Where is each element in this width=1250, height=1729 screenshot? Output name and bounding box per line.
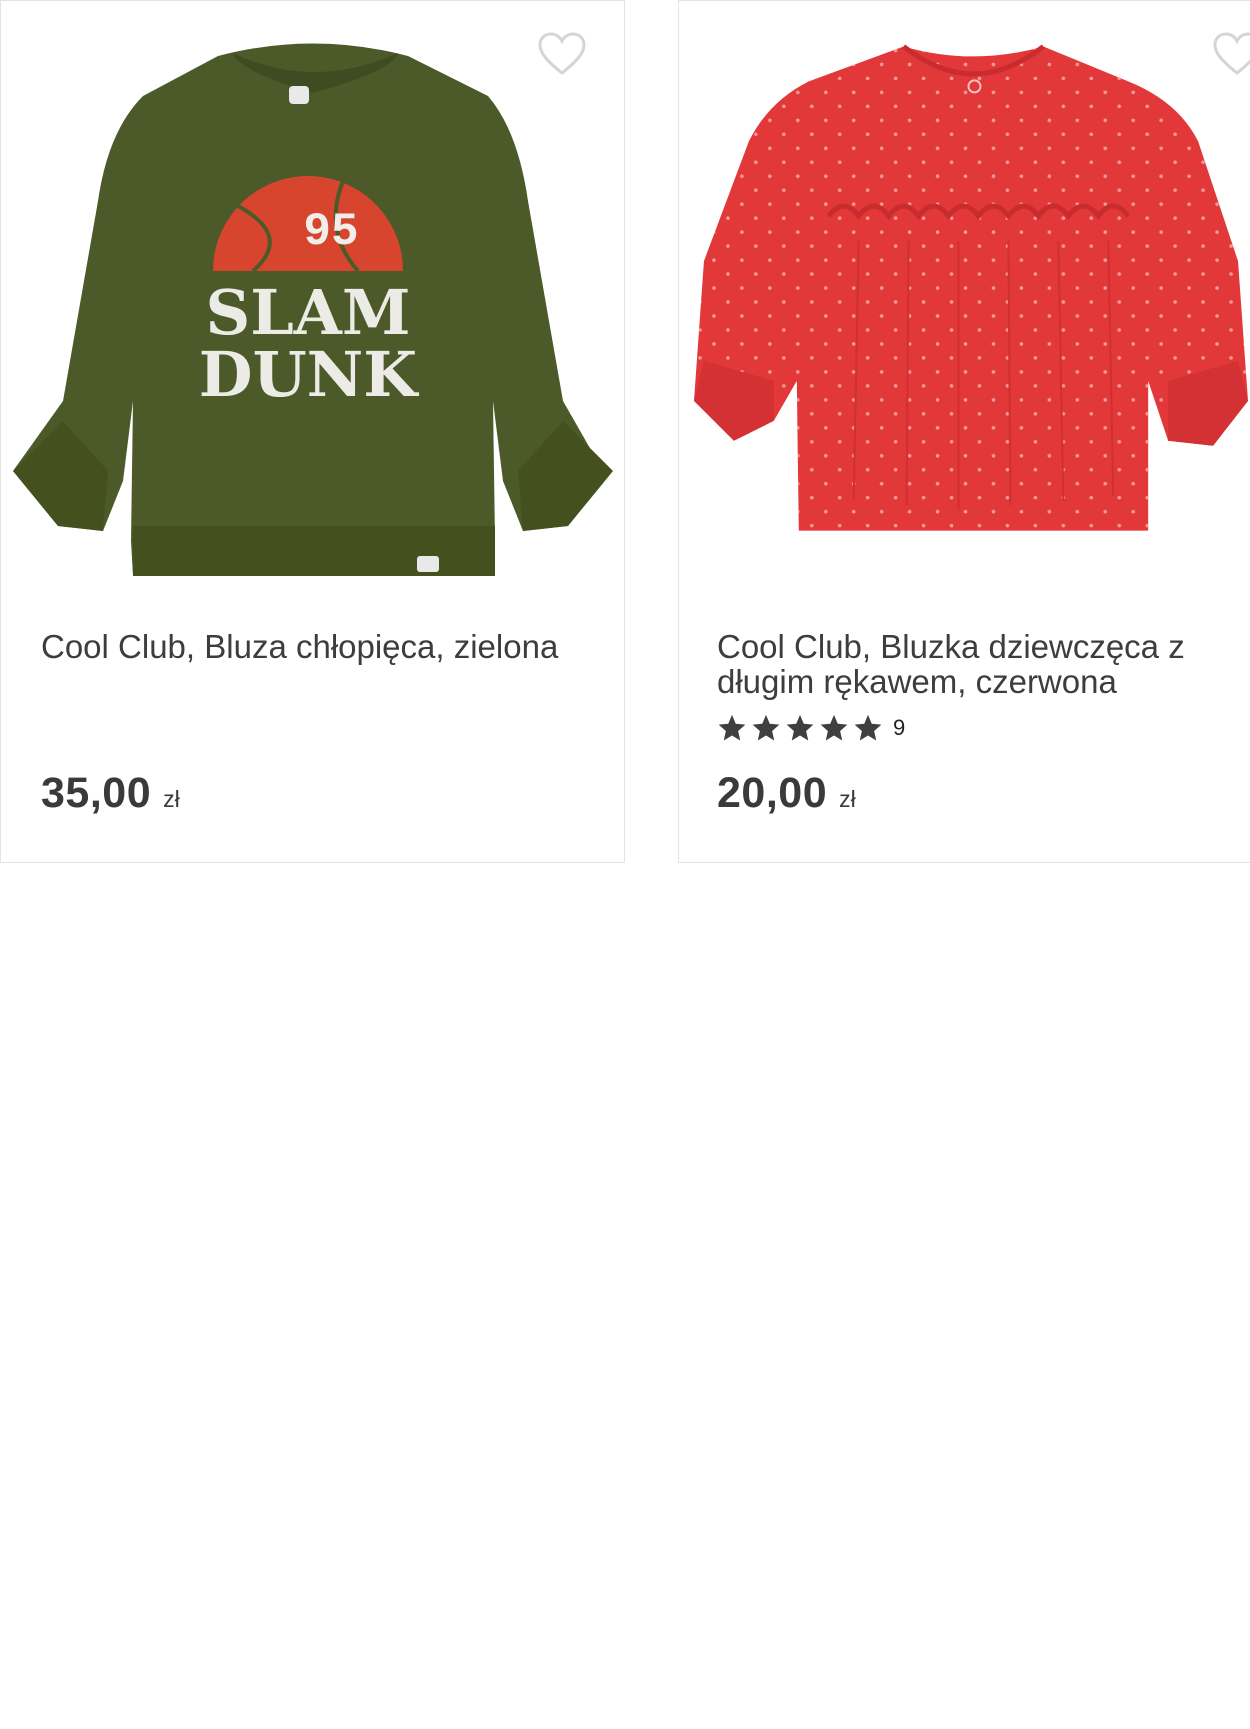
star-icon <box>752 714 780 741</box>
add-to-favorites-button[interactable] <box>537 31 587 77</box>
graphic-line2: DUNK <box>198 338 419 411</box>
price-currency: zł <box>839 786 856 812</box>
add-to-favorites-button[interactable] <box>1212 31 1250 77</box>
star-icon <box>820 714 848 741</box>
product-card[interactable]: 95 SLAM DUNK Cool Club, Bluza chłopięca,… <box>0 0 625 863</box>
star-icon <box>854 714 882 741</box>
blouse-image <box>693 44 1249 531</box>
heart-outline-icon <box>538 32 586 75</box>
product-image[interactable] <box>679 1 1250 601</box>
product-price: 20,00 zł <box>717 769 856 818</box>
product-card[interactable]: Cool Club, Bluzka dziewczęca z długim rę… <box>678 0 1250 863</box>
rating-count: 9 <box>893 715 906 740</box>
heart-outline-icon <box>1213 32 1250 75</box>
price-currency: zł <box>163 786 180 812</box>
sweatshirt-image: 95 SLAM DUNK <box>12 43 613 576</box>
rating-stars <box>717 713 883 743</box>
product-title[interactable]: Cool Club, Bluza chłopięca, zielona <box>41 629 581 664</box>
star-icon <box>718 714 746 741</box>
product-rating[interactable]: 9 <box>717 713 905 743</box>
star-icon <box>786 714 814 741</box>
product-image[interactable]: 95 SLAM DUNK <box>1 1 624 601</box>
product-price: 35,00 zł <box>41 769 180 818</box>
product-title[interactable]: Cool Club, Bluzka dziewczęca z długim rę… <box>717 629 1237 699</box>
price-value: 20,00 <box>717 769 828 817</box>
price-value: 35,00 <box>41 769 152 817</box>
graphic-number: 95 <box>303 206 358 258</box>
